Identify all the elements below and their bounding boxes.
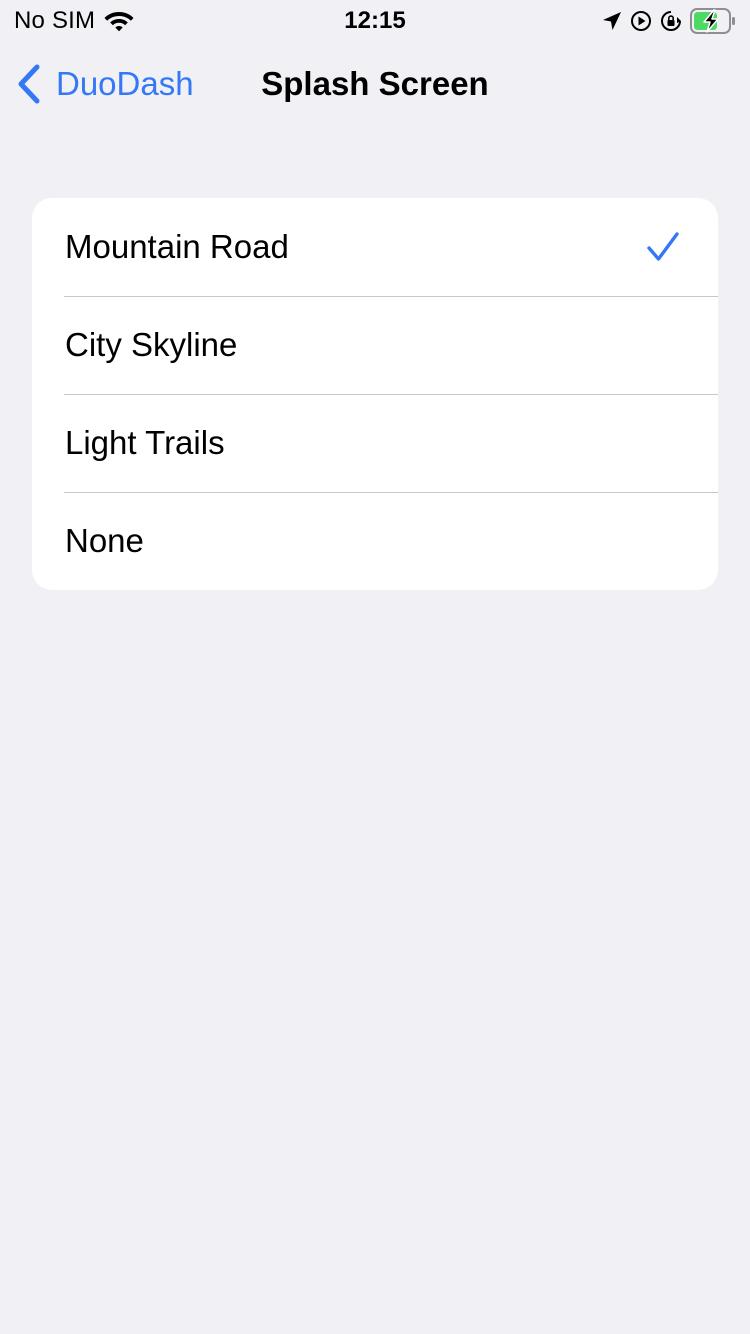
play-circle-icon — [631, 11, 651, 31]
status-bar: No SIM 12:15 — [0, 0, 750, 40]
location-arrow-icon — [603, 12, 621, 30]
option-mountain-road[interactable]: Mountain Road — [32, 198, 718, 296]
navigation-bar: DuoDash Splash Screen — [0, 40, 750, 128]
rotation-lock-icon — [661, 11, 681, 31]
checkmark-icon — [647, 232, 679, 261]
splash-screen-options: Mountain Road City Skyline Light Trails … — [32, 198, 718, 590]
option-city-skyline[interactable]: City Skyline — [32, 296, 718, 394]
option-label: None — [65, 522, 144, 559]
option-label: City Skyline — [65, 326, 238, 363]
status-icons — [602, 6, 736, 36]
option-label: Light Trails — [65, 424, 225, 461]
option-none[interactable]: None — [32, 492, 718, 590]
page-title: Splash Screen — [261, 65, 489, 102]
option-light-trails[interactable]: Light Trails — [32, 394, 718, 492]
option-label: Mountain Road — [65, 228, 289, 265]
battery-charging-icon — [690, 8, 735, 34]
